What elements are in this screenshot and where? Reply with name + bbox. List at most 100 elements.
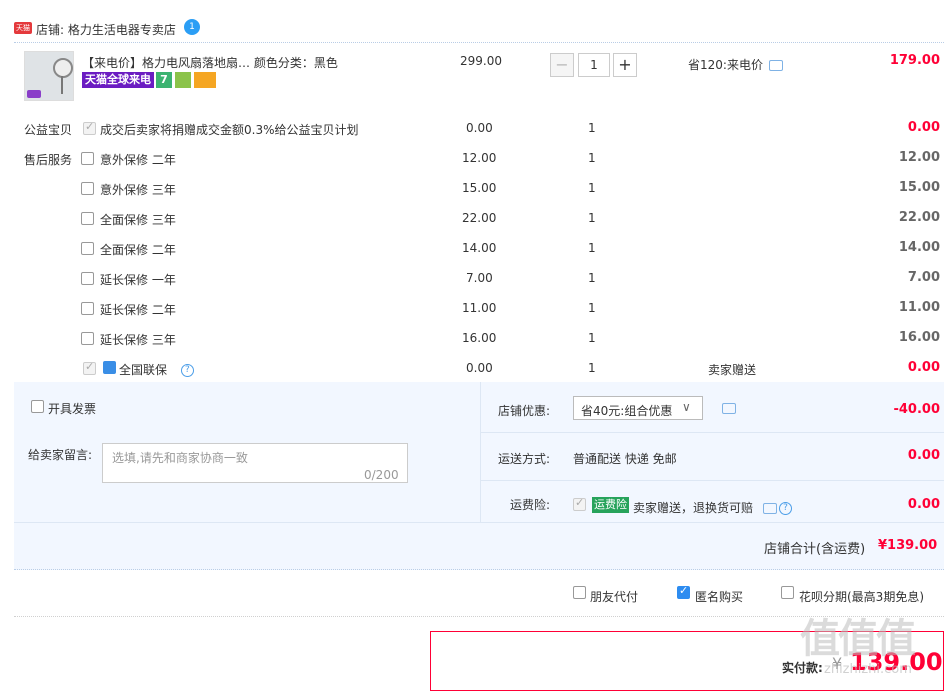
- comment-icon[interactable]: [763, 503, 778, 514]
- summary-divider-h1: [481, 432, 944, 433]
- services-label: 售后服务: [24, 153, 73, 167]
- insurance-description: 卖家赠送，退换货可赔: [633, 501, 754, 515]
- service-name[interactable]: 全面保修 三年: [100, 211, 176, 228]
- insurance-amount: 0.00: [907, 497, 940, 512]
- service-checkbox[interactable]: [81, 212, 94, 225]
- tmall-global-badge: 天猫全球来电: [82, 72, 154, 88]
- promo-text: 省120:来电价: [688, 56, 783, 73]
- insurance-checkbox: [573, 496, 586, 511]
- shop-total-label: 店铺合计(含运费): [764, 542, 866, 557]
- anonymous-checkbox[interactable]: [677, 584, 690, 599]
- seven-day-return-icon: 7: [156, 72, 172, 88]
- service-price: 16.00: [462, 331, 497, 345]
- service-checkbox[interactable]: [81, 152, 94, 165]
- installment-checkbox[interactable]: [781, 586, 794, 599]
- charity-checkbox: [83, 120, 96, 135]
- message-label: 给卖家留言:: [28, 448, 93, 462]
- shipping-label: 运送方式:: [498, 452, 551, 466]
- wangwang-chat-icon[interactable]: 1: [184, 19, 200, 35]
- discount-comment-container: [716, 401, 736, 415]
- service-name[interactable]: 全面保修 二年: [100, 241, 176, 258]
- shop-discount-value: 省40元:组合优惠: [581, 404, 673, 418]
- service-qty: 1: [588, 331, 596, 345]
- service-name[interactable]: 意外保修 三年: [100, 181, 176, 198]
- shop-discount-label: 店铺优惠:: [498, 404, 551, 418]
- insurance-label: 运费险:: [510, 498, 551, 512]
- service-price: 12.00: [462, 151, 497, 165]
- product-amount: 179.00: [889, 53, 940, 68]
- credit-card-icon: [194, 72, 216, 88]
- quantity-plus-button[interactable]: +: [613, 53, 637, 77]
- insurance-tag: 运费险: [592, 497, 629, 513]
- service-price: 11.00: [462, 301, 497, 315]
- friend-pay-checkbox[interactable]: [573, 586, 586, 599]
- invoice-label[interactable]: 开具发票: [48, 400, 96, 417]
- help-icon[interactable]: ?: [779, 502, 793, 515]
- service-amount: 16.00: [898, 330, 940, 345]
- tmall-logo-icon: 天猫: [14, 22, 32, 34]
- shop-name-link[interactable]: 店铺: 格力生活电器专卖店: [36, 21, 176, 38]
- product-title-link[interactable]: 【来电价】格力电风扇落地扇… 颜色分类：黑色: [82, 54, 338, 71]
- service-amount: 7.00: [907, 270, 940, 285]
- service-amount: 11.00: [898, 300, 940, 315]
- insurance-text: 卖家赠送，退换货可赔?: [633, 499, 793, 516]
- installment-label[interactable]: 花呗分期(最高3期免息): [799, 588, 924, 605]
- comment-icon[interactable]: [768, 60, 783, 71]
- message-placeholder: 选填,请先和商家协商一致: [112, 451, 248, 465]
- summary-divider: [480, 382, 481, 522]
- service-name[interactable]: 延长保修 一年: [100, 271, 176, 288]
- charity-amount: 0.00: [907, 120, 940, 135]
- service-name[interactable]: 意外保修 二年: [100, 151, 176, 168]
- service-name[interactable]: 延长保修 二年: [100, 301, 176, 318]
- national-warranty-amount: 0.00: [907, 360, 940, 375]
- shop-total-value: ¥139.00: [878, 538, 938, 553]
- invoice-checkbox[interactable]: [31, 400, 44, 413]
- service-qty: 1: [588, 301, 596, 315]
- national-warranty-price: 0.00: [466, 361, 493, 375]
- quantity-stepper[interactable]: − 1 +: [550, 53, 640, 77]
- service-name[interactable]: 延长保修 三年: [100, 331, 176, 348]
- service-amount: 22.00: [898, 210, 940, 225]
- national-warranty-note: 卖家赠送: [708, 363, 757, 377]
- charity-price: 0.00: [466, 121, 493, 135]
- service-checkbox[interactable]: [81, 302, 94, 315]
- national-warranty-qty: 1: [588, 361, 596, 375]
- charity-qty: 1: [588, 121, 596, 135]
- national-warranty-name: 全国联保 ?: [119, 361, 194, 378]
- quantity-input[interactable]: 1: [578, 53, 610, 77]
- service-amount: 14.00: [898, 240, 940, 255]
- shop-discount-amount: -40.00: [893, 402, 940, 417]
- charity-text: 成交后卖家将捐赠成交金额0.3%给公益宝贝计划: [100, 123, 359, 137]
- service-checkbox[interactable]: [81, 242, 94, 255]
- service-price: 15.00: [462, 181, 497, 195]
- service-amount: 15.00: [898, 180, 940, 195]
- summary-divider-h3: [14, 522, 944, 523]
- service-qty: 1: [588, 151, 596, 165]
- message-char-count: 0/200: [364, 468, 399, 482]
- watermark-url: zhizhizhi.com: [824, 662, 912, 677]
- service-price: 22.00: [462, 211, 497, 225]
- help-icon[interactable]: ?: [180, 364, 194, 377]
- watermark-logo: 值值值: [800, 616, 916, 662]
- service-price: 7.00: [466, 271, 493, 285]
- service-price: 14.00: [462, 241, 497, 255]
- guarantee-icon: [175, 72, 191, 88]
- warranty-shield-icon: [103, 361, 116, 374]
- comment-icon[interactable]: [722, 403, 736, 414]
- shipping-amount: 0.00: [907, 448, 940, 463]
- service-qty: 1: [588, 181, 596, 195]
- friend-pay-label[interactable]: 朋友代付: [590, 588, 638, 605]
- promo-label: 省120:来电价: [688, 58, 763, 72]
- product-thumbnail[interactable]: [24, 51, 74, 101]
- service-qty: 1: [588, 271, 596, 285]
- quantity-minus-button[interactable]: −: [550, 53, 574, 77]
- service-checkbox[interactable]: [81, 182, 94, 195]
- service-checkbox[interactable]: [81, 332, 94, 345]
- chevron-down-icon: ∨: [682, 400, 691, 414]
- anonymous-label[interactable]: 匿名购买: [695, 588, 743, 605]
- national-warranty-checkbox: [83, 360, 96, 375]
- service-checkbox[interactable]: [81, 272, 94, 285]
- product-price: 299.00: [460, 54, 502, 68]
- service-amount: 12.00: [898, 150, 940, 165]
- service-qty: 1: [588, 241, 596, 255]
